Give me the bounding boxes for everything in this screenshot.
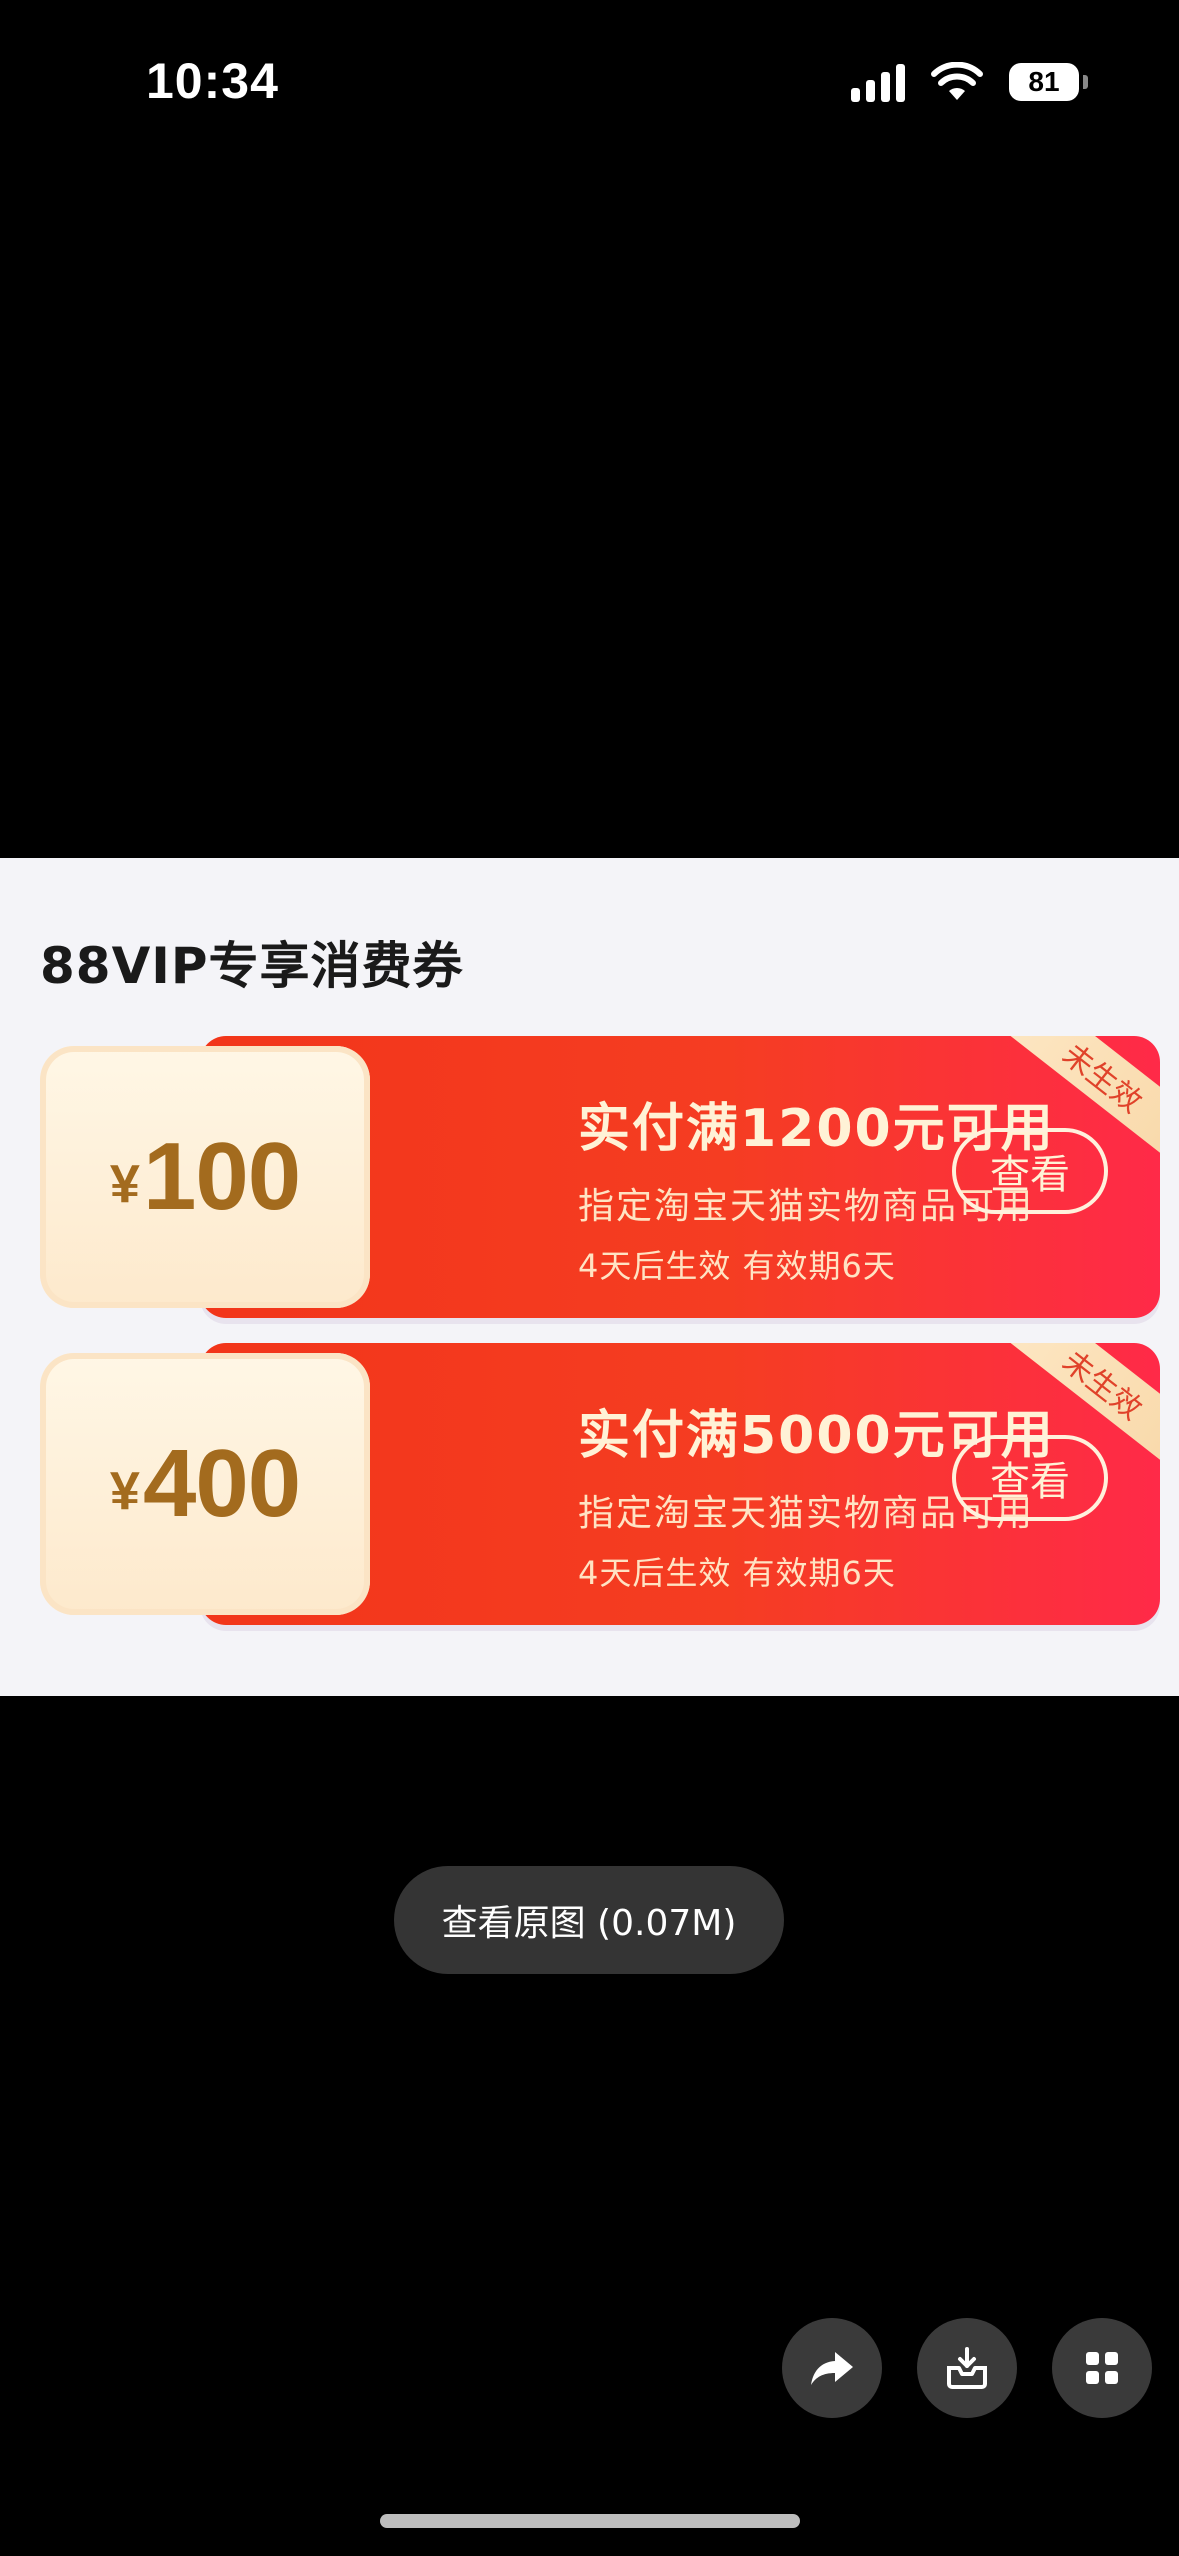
coupon-amount: ¥400 <box>109 1430 301 1537</box>
save-button[interactable] <box>917 2318 1017 2418</box>
view-coupon-button: 查看 <box>952 1435 1108 1521</box>
coupon-amount-box: ¥100 <box>40 1046 370 1308</box>
battery-icon: 81 <box>1009 63 1088 101</box>
wifi-icon <box>931 62 983 100</box>
status-icons: 81 <box>851 62 1088 102</box>
battery-level: 81 <box>1028 66 1060 97</box>
status-time: 10:34 <box>146 53 279 109</box>
coupon-image[interactable]: 88VIP专享消费券 未生效 实付满1200元可用 指定淘宝天猫实物商品可用 4… <box>0 858 1179 1696</box>
view-coupon-button: 查看 <box>952 1128 1108 1214</box>
coupon-section-title: 88VIP专享消费券 <box>40 937 464 995</box>
more-button[interactable] <box>1052 2318 1152 2418</box>
coupon-card: 未生效 实付满1200元可用 指定淘宝天猫实物商品可用 4天后生效 有效期6天 … <box>40 1036 1160 1318</box>
coupon-card: 未生效 实付满5000元可用 指定淘宝天猫实物商品可用 4天后生效 有效期6天 … <box>40 1343 1160 1625</box>
download-icon <box>947 2347 987 2389</box>
cellular-signal-icon <box>851 62 905 102</box>
home-indicator[interactable] <box>380 2514 800 2528</box>
share-button[interactable] <box>782 2318 882 2418</box>
view-original-button[interactable]: 查看原图 (0.07M) <box>394 1866 784 1974</box>
share-icon <box>811 2352 853 2385</box>
coupon-amount-box: ¥400 <box>40 1353 370 1615</box>
coupon-validity: 4天后生效 有效期6天 <box>578 1247 896 1285</box>
coupon-amount: ¥100 <box>109 1123 301 1230</box>
coupon-validity: 4天后生效 有效期6天 <box>578 1554 896 1592</box>
grid-icon <box>1086 2352 1118 2384</box>
